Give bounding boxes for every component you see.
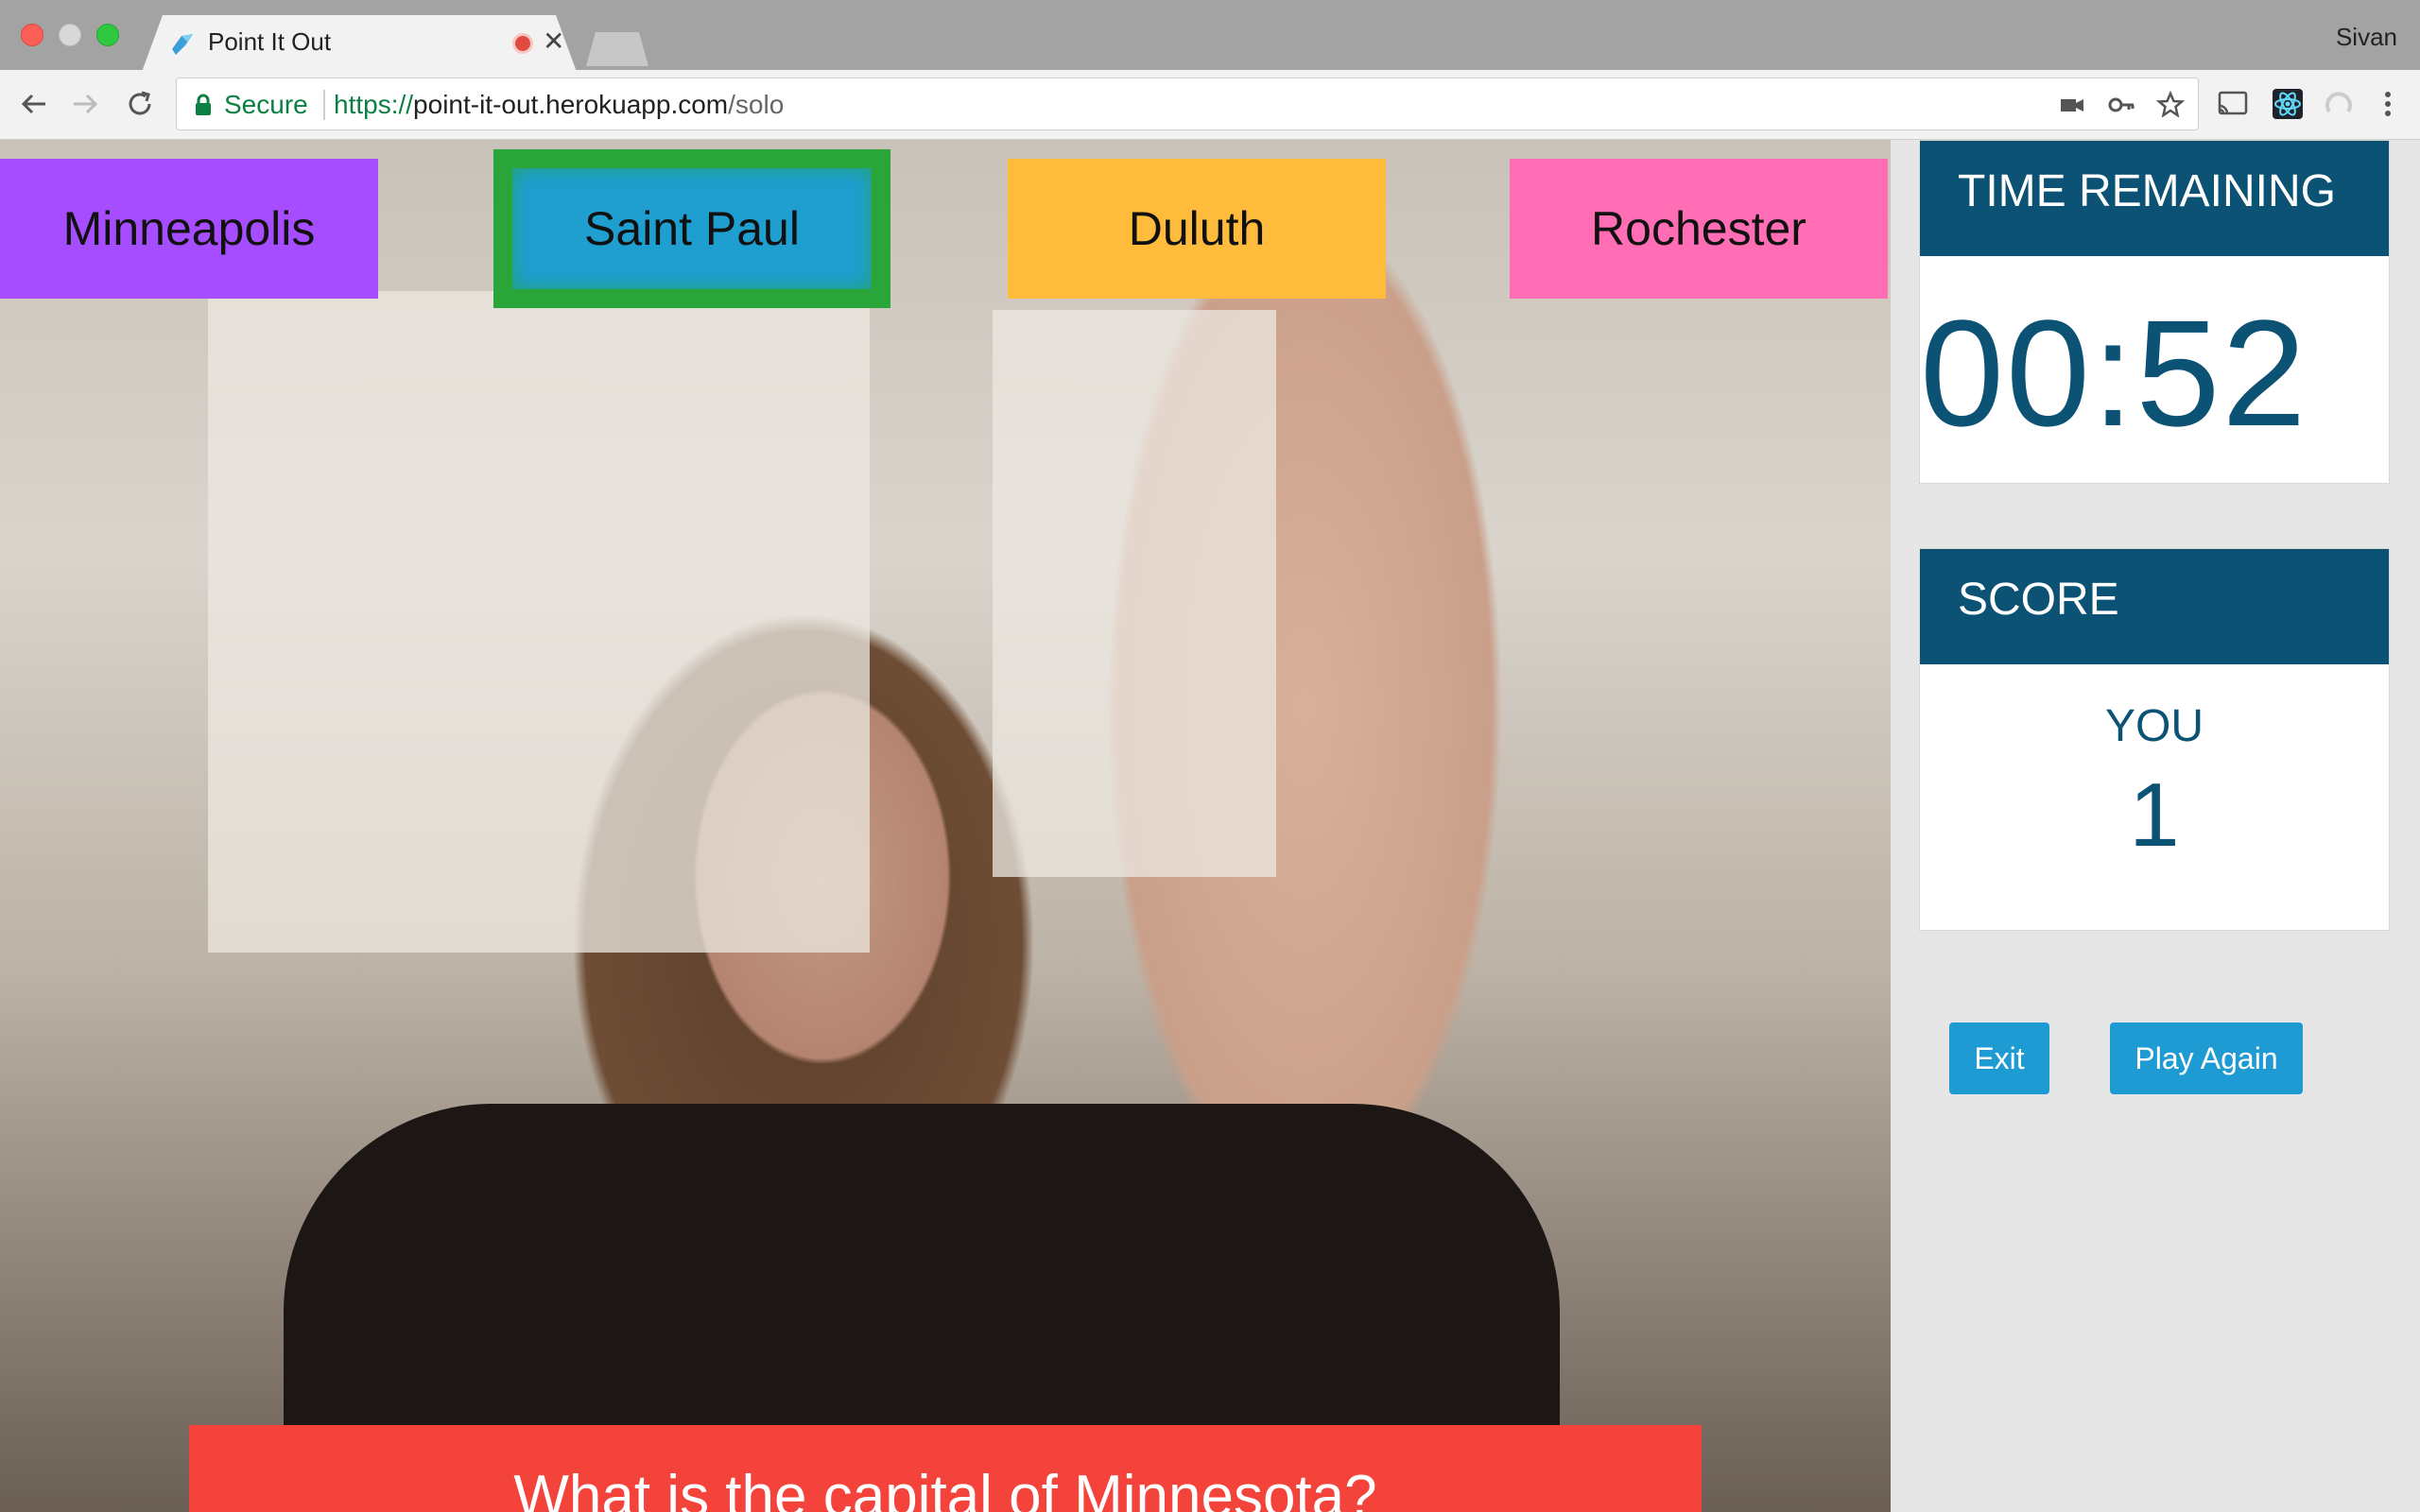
- reload-icon[interactable]: [121, 85, 159, 123]
- recording-indicator-icon: [512, 33, 533, 54]
- profile-name[interactable]: Sivan: [2336, 23, 2397, 52]
- url-host: point-it-out.herokuapp.com: [413, 90, 729, 119]
- url-text[interactable]: https://point-it-out.herokuapp.com/solo: [334, 90, 784, 120]
- browser-tab[interactable]: [142, 15, 577, 72]
- time-remaining-panel: TIME REMAINING 00:52: [1919, 140, 2390, 484]
- question-text: What is the capital of Minnesota?: [513, 1464, 1377, 1512]
- background-window: [993, 310, 1276, 877]
- answer-option-1[interactable]: Minneapolis: [0, 159, 378, 299]
- answer-option-4[interactable]: Rochester: [1510, 159, 1888, 299]
- pointing-hand-favicon-icon: [172, 34, 193, 55]
- bookmark-star-icon[interactable]: [2156, 91, 2185, 119]
- play-again-button[interactable]: Play Again: [2110, 1022, 2303, 1094]
- webcam-video: Minneapolis Saint Paul Duluth Rochester …: [0, 140, 1891, 1512]
- score-player-label: YOU: [2104, 701, 2204, 751]
- answer-label: Saint Paul: [584, 202, 800, 255]
- answer-option-2-fill: Saint Paul: [512, 168, 872, 289]
- score-value: 1: [2129, 765, 2180, 866]
- time-remaining-header: TIME REMAINING: [1920, 141, 2389, 256]
- question-banner: What is the capital of Minnesota?: [189, 1425, 1702, 1512]
- answer-option-3[interactable]: Duluth: [1008, 159, 1386, 299]
- answer-option-2-selected[interactable]: Saint Paul: [493, 149, 890, 308]
- answer-label: Rochester: [1591, 202, 1806, 255]
- url-divider: [323, 90, 325, 120]
- exit-button[interactable]: Exit: [1949, 1022, 2049, 1094]
- minimize-window-button[interactable]: [59, 24, 81, 46]
- timer-value: 00:52: [1920, 288, 2308, 457]
- browser-toolbar: Secure https://point-it-out.herokuapp.co…: [0, 70, 2420, 140]
- more-menu-icon[interactable]: [2371, 87, 2405, 121]
- tab-title: Point It Out: [208, 27, 332, 56]
- address-bar[interactable]: Secure https://point-it-out.herokuapp.co…: [176, 77, 2199, 130]
- close-window-button[interactable]: [21, 24, 43, 46]
- back-arrow-icon[interactable]: [15, 85, 53, 123]
- tab-close-icon[interactable]: ✕: [543, 26, 564, 57]
- score-panel: SCORE YOU 1: [1919, 548, 2390, 931]
- forward-arrow-icon[interactable]: [66, 85, 104, 123]
- score-header: SCORE: [1920, 549, 2389, 664]
- url-path: /solo: [728, 90, 785, 119]
- answer-label: Duluth: [1128, 202, 1266, 255]
- new-tab-button[interactable]: [586, 32, 648, 66]
- answer-label: Minneapolis: [62, 202, 316, 255]
- background-window: [208, 291, 870, 953]
- secure-label: Secure: [224, 90, 308, 119]
- cast-icon[interactable]: [2216, 87, 2250, 121]
- key-icon[interactable]: [2107, 91, 2135, 119]
- react-devtools-extension-icon[interactable]: [2271, 87, 2305, 121]
- extension-swirl-icon[interactable]: [2322, 87, 2356, 121]
- lock-icon: [196, 94, 211, 115]
- browser-tab-strip: Point It Out ✕ Sivan: [0, 0, 2420, 72]
- camera-icon[interactable]: [2058, 91, 2086, 119]
- maximize-window-button[interactable]: [96, 24, 119, 46]
- url-scheme: https://: [334, 90, 414, 119]
